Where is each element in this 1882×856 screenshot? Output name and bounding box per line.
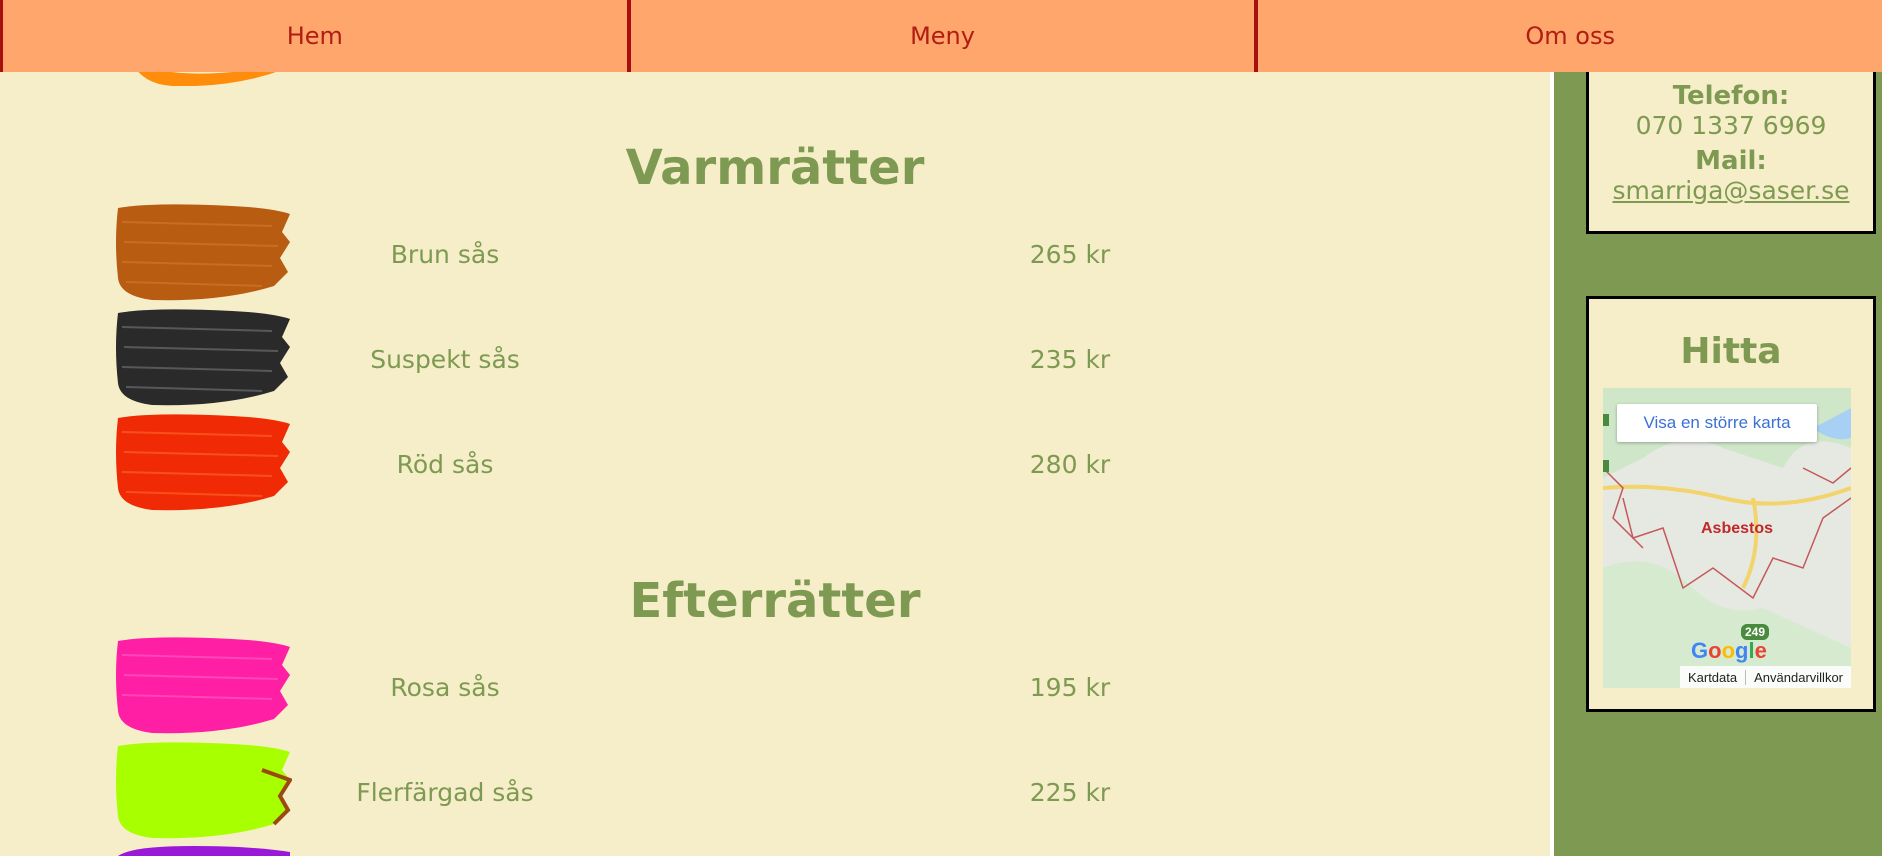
larger-map-button[interactable]: Visa en större karta — [1617, 404, 1817, 442]
item-name: Röd sås — [396, 450, 494, 479]
item-price: 235 kr — [1029, 345, 1111, 374]
sidebar: Telefon: 070 1337 6969 Mail: smarriga@sa… — [1550, 0, 1882, 856]
mail-label: Mail: — [1695, 146, 1767, 176]
phone-value: 070 1337 6969 — [1635, 111, 1827, 140]
google-logo: Google — [1691, 638, 1767, 663]
mail-link[interactable]: smarriga@saser.se — [1589, 176, 1873, 205]
brush-partial-bottom — [118, 846, 290, 856]
item-price: 195 kr — [1029, 673, 1111, 702]
item-price: 225 kr — [1029, 778, 1111, 807]
top-nav: Hem Meny Om oss — [0, 0, 1882, 72]
find-box: Hitta Visa en större karta Asbestos 249 … — [1586, 296, 1876, 712]
brush-brun — [116, 204, 290, 301]
brush-flerfargad — [116, 742, 292, 839]
nav-item-meny[interactable]: Meny — [626, 0, 1255, 72]
menu-item: Brun sås 265 kr — [0, 202, 1550, 302]
find-title: Hitta — [1680, 331, 1782, 372]
nav-item-hem[interactable]: Hem — [0, 0, 627, 72]
nav-item-om-oss[interactable]: Om oss — [1254, 0, 1882, 72]
menu-item: Röd sås 280 kr — [0, 412, 1550, 512]
menu-content: Varmrätter Brun sås 265 kr Suspekt sås 2… — [0, 0, 1550, 856]
category-title-varmratter: Varmrätter — [625, 140, 925, 196]
item-name: Brun sås — [390, 240, 500, 269]
brush-rosa — [116, 637, 290, 734]
phone-label: Telefon: — [1672, 81, 1790, 111]
item-name: Flerfärgad sås — [356, 778, 534, 807]
item-name: Rosa sås — [390, 673, 500, 702]
brush-suspekt — [116, 309, 290, 406]
brush-rod — [116, 414, 290, 511]
menu-item: Flerfärgad sås 225 kr — [0, 740, 1550, 840]
map-footer: Kartdata Användarvillkor — [1679, 666, 1851, 688]
google-map[interactable]: Visa en större karta Asbestos 249 Google… — [1603, 388, 1851, 688]
map-city-label: Asbestos — [1701, 520, 1774, 537]
menu-item: Rosa sås 195 kr — [0, 635, 1550, 735]
map-terms-link[interactable]: Användarvillkor — [1745, 669, 1851, 685]
item-price: 265 kr — [1029, 240, 1111, 269]
category-title-efterratter: Efterrätter — [629, 573, 921, 629]
map-data-link[interactable]: Kartdata — [1680, 670, 1745, 685]
menu-item: Suspekt sås 235 kr — [0, 307, 1550, 407]
item-name: Suspekt sås — [370, 345, 520, 374]
item-price: 280 kr — [1029, 450, 1111, 479]
